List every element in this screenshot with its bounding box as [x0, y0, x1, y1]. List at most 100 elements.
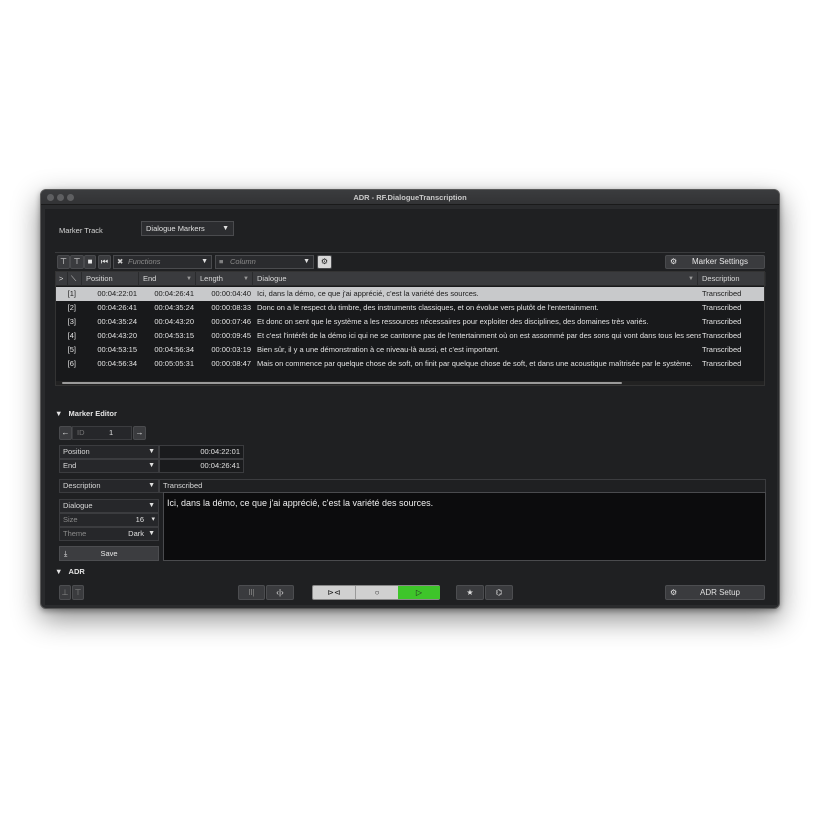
dialogue-text: Ici, dans la démo, ce que j'ai apprécié,… — [167, 498, 434, 508]
header-description-label: Description — [702, 274, 740, 283]
dialogue-text-area[interactable]: Ici, dans la démo, ce que j'ai apprécié,… — [163, 492, 766, 561]
id-field[interactable]: ID 1 — [72, 426, 132, 440]
size-field[interactable]: Size 16 ▾ — [59, 513, 159, 527]
theme-value: Dark — [128, 529, 144, 538]
id-value: 1 — [109, 428, 114, 437]
end-label: End — [63, 461, 77, 470]
chevron-down-icon: ▼ — [148, 482, 155, 489]
table-row[interactable]: [6] 00:04:56:34 00:05:05:31 00:00:08:47 Mais… — [56, 357, 764, 371]
size-label: Size — [63, 515, 78, 524]
position-value-field[interactable]: 00:04:22:01 — [159, 445, 244, 459]
close-window-button[interactable] — [47, 194, 54, 201]
flag-column-icon[interactable]: ⟍ — [68, 272, 82, 286]
row-position: 00:04:43:20 — [97, 331, 137, 340]
row-length: 00:00:04:40 — [211, 289, 251, 298]
transport-controls: ⊳⊲ ○ ▷ — [312, 585, 440, 600]
row-id: [6] — [67, 359, 76, 368]
record-icon[interactable]: ○ — [355, 586, 398, 599]
save-button[interactable]: ⤓ Save — [59, 546, 159, 561]
table-row[interactable]: [1] 00:04:22:01 00:04:26:41 00:00:04:40 Ici,… — [56, 287, 764, 301]
header-length-label: Length — [200, 274, 223, 283]
horizontal-scrollbar[interactable] — [56, 381, 764, 385]
end-value-field[interactable]: 00:04:26:41 — [159, 459, 244, 473]
column-dropdown[interactable]: ≡ Column ▼ — [215, 255, 314, 269]
header-dialogue[interactable]: Dialogue ▼ — [253, 272, 698, 286]
header-end[interactable]: End ▼ — [139, 272, 196, 286]
stepper-icon[interactable]: ▾ — [151, 514, 155, 526]
column-action-icon[interactable]: ⚙ — [317, 255, 332, 269]
next-marker-icon[interactable]: → — [133, 426, 146, 440]
expand-column-icon[interactable]: > — [56, 272, 68, 286]
table-header: > ⟍ Position End ▼ Length ▼ Dialogue ▼ D… — [56, 272, 766, 286]
id-toggle-icon[interactable]: II| — [238, 585, 265, 600]
dialogue-dropdown[interactable]: Dialogue ▼ — [59, 499, 159, 513]
row-id: [3] — [67, 317, 76, 326]
preroll-icon[interactable]: ⊳⊲ — [313, 586, 355, 599]
row-id: [5] — [67, 345, 76, 354]
sort-icon: ▼ — [688, 276, 694, 282]
header-length[interactable]: Length ▼ — [196, 272, 253, 286]
table-row[interactable]: [4] 00:04:43:20 00:04:53:15 00:00:09:45 Et c… — [56, 329, 764, 343]
id-label: ID — [77, 428, 85, 437]
functions-placeholder: Functions — [128, 257, 161, 266]
marker-editor-header[interactable]: ▼ Marker Editor — [55, 407, 765, 421]
table-row[interactable]: [5] 00:04:53:15 00:04:56:34 00:00:03:19 Bien… — [56, 343, 764, 357]
row-dialogue: Donc on a le respect du timbre, des inst… — [257, 303, 599, 312]
position-dropdown[interactable]: Position ▼ — [59, 445, 159, 459]
chevron-down-icon: ▼ — [201, 258, 208, 265]
header-description[interactable]: Description — [698, 272, 766, 286]
position-label: Position — [63, 447, 90, 456]
row-length: 00:00:07:46 — [211, 317, 251, 326]
row-dialogue: Ici, dans la démo, ce que j'ai apprécié,… — [257, 289, 479, 298]
header-position[interactable]: Position — [82, 272, 139, 286]
description-dropdown[interactable]: Description ▼ — [59, 479, 159, 493]
scrollbar-thumb[interactable] — [62, 382, 622, 384]
marker-track-dropdown[interactable]: Dialogue Markers ▼ — [141, 221, 234, 236]
adr-setup-button[interactable]: ⚙ ADR Setup — [665, 585, 765, 600]
save-label: Save — [100, 549, 118, 558]
chevron-down-icon: ▼ — [148, 448, 155, 455]
minimize-window-button[interactable] — [57, 194, 64, 201]
collapse-triangle-icon: ▼ — [55, 409, 63, 418]
table-row[interactable]: [3] 00:04:35:24 00:04:43:20 00:00:07:46 Et d… — [56, 315, 764, 329]
marker-track-label: Marker Track — [59, 226, 103, 235]
row-position: 00:04:26:41 — [97, 303, 137, 312]
cycle-icon[interactable]: ⌬ — [485, 585, 513, 600]
move-down-icon[interactable]: ⊤ — [72, 585, 84, 600]
row-end: 00:04:53:15 — [154, 331, 194, 340]
row-description: Transcribed — [702, 317, 742, 326]
marker-settings-button[interactable]: ⚙ Marker Settings — [665, 255, 765, 269]
row-position: 00:04:35:24 — [97, 317, 137, 326]
window-content: Marker Track Dialogue Markers ▼ ⊤ ⊤ ■ ⏮ … — [45, 209, 777, 605]
row-end: 00:04:26:41 — [154, 289, 194, 298]
add-marker-icon[interactable]: ⊤ — [57, 255, 70, 269]
row-end: 00:05:05:31 — [154, 359, 194, 368]
play-icon[interactable]: ▷ — [398, 586, 440, 599]
trash-icon[interactable]: ■ — [84, 255, 96, 269]
previous-marker-icon[interactable]: ← — [59, 426, 72, 440]
adr-setup-label: ADR Setup — [699, 588, 741, 597]
description-value-field[interactable]: Transcribed — [159, 479, 766, 493]
row-position: 00:04:22:01 — [97, 289, 137, 298]
row-position: 00:04:53:15 — [97, 345, 137, 354]
code-icon[interactable]: ‹|› — [266, 585, 294, 600]
marker-settings-label: Marker Settings — [691, 257, 749, 266]
theme-dropdown[interactable]: Theme Dark ▼ — [59, 527, 159, 541]
table-row[interactable]: [2] 00:04:26:41 00:04:35:24 00:00:08:33 Donc… — [56, 301, 764, 315]
chevron-down-icon: ▼ — [303, 258, 310, 265]
skip-to-start-icon[interactable]: ⏮ — [98, 255, 111, 269]
adr-header[interactable]: ▼ ADR — [55, 565, 765, 579]
row-description: Transcribed — [702, 359, 742, 368]
sort-icon: ▼ — [243, 276, 249, 282]
row-dialogue: Mais on commence par quelque chose de so… — [257, 359, 693, 368]
end-dropdown[interactable]: End ▼ — [59, 459, 159, 473]
adr-window: ADR - RF.DialogueTranscription Marker Tr… — [40, 189, 780, 609]
zoom-window-button[interactable] — [67, 194, 74, 201]
star-icon[interactable]: ★ — [456, 585, 484, 600]
chevron-down-icon: ▼ — [148, 502, 155, 509]
row-description: Transcribed — [702, 331, 742, 340]
download-icon: ⤓ — [64, 549, 68, 558]
functions-dropdown[interactable]: ✖ Functions ▼ — [113, 255, 212, 269]
add-multiple-markers-icon[interactable]: ⊤ — [70, 255, 84, 269]
move-up-icon[interactable]: ⊥ — [59, 585, 71, 600]
